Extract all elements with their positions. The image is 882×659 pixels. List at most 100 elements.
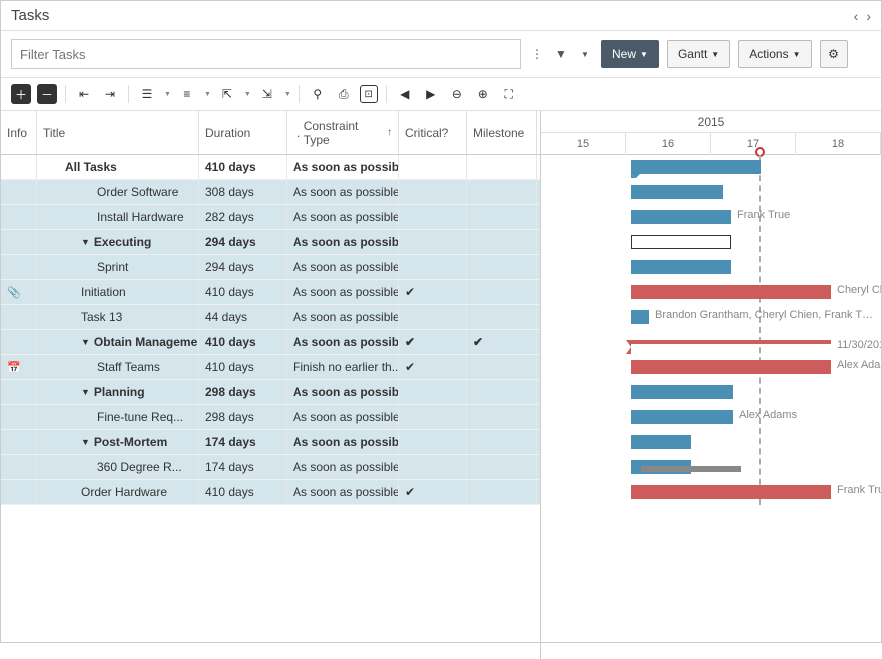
- table-row[interactable]: Install Hardware282 daysAs soon as possi…: [1, 205, 540, 230]
- nav-prev-icon[interactable]: ‹: [854, 8, 859, 24]
- zoom-in-icon[interactable]: ⊕: [473, 84, 493, 104]
- bullet-icon[interactable]: ≡: [177, 84, 197, 104]
- list-icon[interactable]: ☰: [137, 84, 157, 104]
- expand-all-icon[interactable]: ＋: [11, 84, 31, 104]
- gantt-bar[interactable]: Frank True: [631, 485, 831, 499]
- constraint-cell: As soon as possible: [287, 480, 399, 504]
- decrease-caret-icon[interactable]: ▼: [244, 91, 251, 98]
- col-critical[interactable]: Critical?: [399, 111, 467, 154]
- expand-toggle-icon[interactable]: ▼: [81, 437, 90, 447]
- critical-cell: ✔: [399, 480, 467, 504]
- increase-icon[interactable]: ⇲: [257, 84, 277, 104]
- gantt-bar[interactable]: [631, 260, 731, 274]
- table-row[interactable]: All Tasks410 daysAs soon as possible: [1, 155, 540, 180]
- table-row[interactable]: ▼Post-Mortem174 daysAs soon as possible: [1, 430, 540, 455]
- col-milestone[interactable]: Milestone: [467, 111, 537, 154]
- timeline-tick: 18: [796, 133, 881, 155]
- milestone-cell: [467, 455, 537, 479]
- task-title: Task 13: [81, 310, 122, 324]
- increase-caret-icon[interactable]: ▼: [284, 91, 291, 98]
- gantt-bar-secondary: [641, 466, 741, 472]
- gantt-bar[interactable]: Cheryl Chien, F…: [631, 285, 831, 299]
- gantt-row: 11/30/2017 Alice L…: [541, 330, 881, 355]
- outdent-icon[interactable]: ⇤: [74, 84, 94, 104]
- table-row[interactable]: 360 Degree R...174 daysAs soon as possib…: [1, 455, 540, 480]
- gantt-bar[interactable]: [631, 435, 691, 449]
- zoom-out-icon[interactable]: ⊖: [447, 84, 467, 104]
- milestone-cell: [467, 230, 537, 254]
- title-cell: ▼Executing: [37, 230, 199, 254]
- new-button[interactable]: New▼: [601, 40, 659, 68]
- table-row[interactable]: ▼Planning298 daysAs soon as possible: [1, 380, 540, 405]
- gantt-bar[interactable]: [631, 385, 733, 399]
- bar-label: Frank True: [837, 484, 881, 496]
- title-cell: Order Hardware: [37, 480, 199, 504]
- bar-label: 11/30/2017 Alice L…: [837, 339, 881, 351]
- info-cell: [1, 430, 37, 454]
- milestone-cell: [467, 430, 537, 454]
- indent-icon[interactable]: ⇥: [100, 84, 120, 104]
- gear-icon: ⚙: [828, 47, 839, 61]
- milestone-cell: [467, 355, 537, 379]
- gantt-bar[interactable]: Alex Adams: [631, 410, 733, 424]
- col-constraint-label: Constraint Type: [304, 119, 385, 147]
- bullet-caret-icon[interactable]: ▼: [204, 91, 211, 98]
- table-row[interactable]: Order Hardware410 daysAs soon as possibl…: [1, 480, 540, 505]
- actions-button[interactable]: Actions▼: [738, 40, 811, 68]
- gantt-bar[interactable]: [631, 160, 761, 174]
- fit-icon[interactable]: ⊡: [360, 85, 378, 103]
- expand-toggle-icon[interactable]: ▼: [81, 237, 90, 247]
- table-row[interactable]: Order Software308 daysAs soon as possibl…: [1, 180, 540, 205]
- gantt-bar[interactable]: Frank True: [631, 210, 731, 224]
- title-cell: ▼Planning: [37, 380, 199, 404]
- bar-label: Alex Adams, Fr…: [837, 359, 881, 371]
- expand-toggle-icon[interactable]: ▼: [81, 337, 90, 347]
- milestone-cell: [467, 180, 537, 204]
- title-cell: Task 13: [37, 305, 199, 329]
- expand-toggle-icon[interactable]: ▼: [81, 387, 90, 397]
- list-caret-icon[interactable]: ▼: [164, 91, 171, 98]
- info-cell: [1, 255, 37, 279]
- col-info[interactable]: Info: [1, 111, 37, 154]
- table-row[interactable]: Fine-tune Req...298 daysAs soon as possi…: [1, 405, 540, 430]
- info-cell: [1, 230, 37, 254]
- link-icon[interactable]: ⚲: [308, 84, 328, 104]
- gantt-bar[interactable]: Brandon Grantham, Cheryl Chien, Frank T…: [631, 310, 649, 324]
- table-row[interactable]: Sprint294 daysAs soon as possible: [1, 255, 540, 280]
- duration-cell: 294 days: [199, 255, 287, 279]
- milestone-cell: [467, 155, 537, 179]
- title-cell: Fine-tune Req...: [37, 405, 199, 429]
- constraint-cell: As soon as possible: [287, 430, 399, 454]
- filter-icon[interactable]: ▼: [553, 46, 569, 62]
- filter-input[interactable]: [11, 39, 521, 69]
- gantt-button[interactable]: Gantt▼: [667, 40, 730, 68]
- duration-cell: 294 days: [199, 230, 287, 254]
- nav-next-icon[interactable]: ›: [866, 8, 871, 24]
- bar-label: Brandon Grantham, Cheryl Chien, Frank T…: [655, 309, 873, 321]
- milestone-cell: [467, 305, 537, 329]
- gantt-bar[interactable]: [631, 235, 731, 249]
- gantt-bar[interactable]: [631, 185, 723, 199]
- decrease-icon[interactable]: ⇱: [217, 84, 237, 104]
- print-icon[interactable]: ⎙: [334, 84, 354, 104]
- col-duration[interactable]: Duration: [199, 111, 287, 154]
- table-row[interactable]: Task 1344 daysAs soon as possible: [1, 305, 540, 330]
- filter-caret-icon[interactable]: ▼: [577, 46, 593, 62]
- constraint-cell: As soon as possible: [287, 230, 399, 254]
- col-title[interactable]: Title: [37, 111, 199, 154]
- zoom-fit-icon[interactable]: ⛶: [499, 84, 519, 104]
- constraint-cell: As soon as possible: [287, 330, 399, 354]
- table-row[interactable]: 📅Staff Teams410 daysFinish no earlier th…: [1, 355, 540, 380]
- more-icon[interactable]: ⋮: [529, 46, 545, 62]
- col-constraint[interactable]: . Constraint Type↑: [287, 111, 399, 154]
- gantt-row: Alex Adams, Fr…: [541, 355, 881, 380]
- table-row[interactable]: ▼Executing294 daysAs soon as possible: [1, 230, 540, 255]
- table-row[interactable]: ▼Obtain Manageme...410 daysAs soon as po…: [1, 330, 540, 355]
- prev-icon[interactable]: ◀: [395, 84, 415, 104]
- settings-button[interactable]: ⚙: [820, 40, 848, 68]
- table-row[interactable]: 📎Initiation410 daysAs soon as possible✔: [1, 280, 540, 305]
- gantt-bar[interactable]: Alex Adams, Fr…: [631, 360, 831, 374]
- next-icon[interactable]: ▶: [421, 84, 441, 104]
- gantt-bar[interactable]: 11/30/2017 Alice L…: [631, 340, 831, 344]
- collapse-all-icon[interactable]: －: [37, 84, 57, 104]
